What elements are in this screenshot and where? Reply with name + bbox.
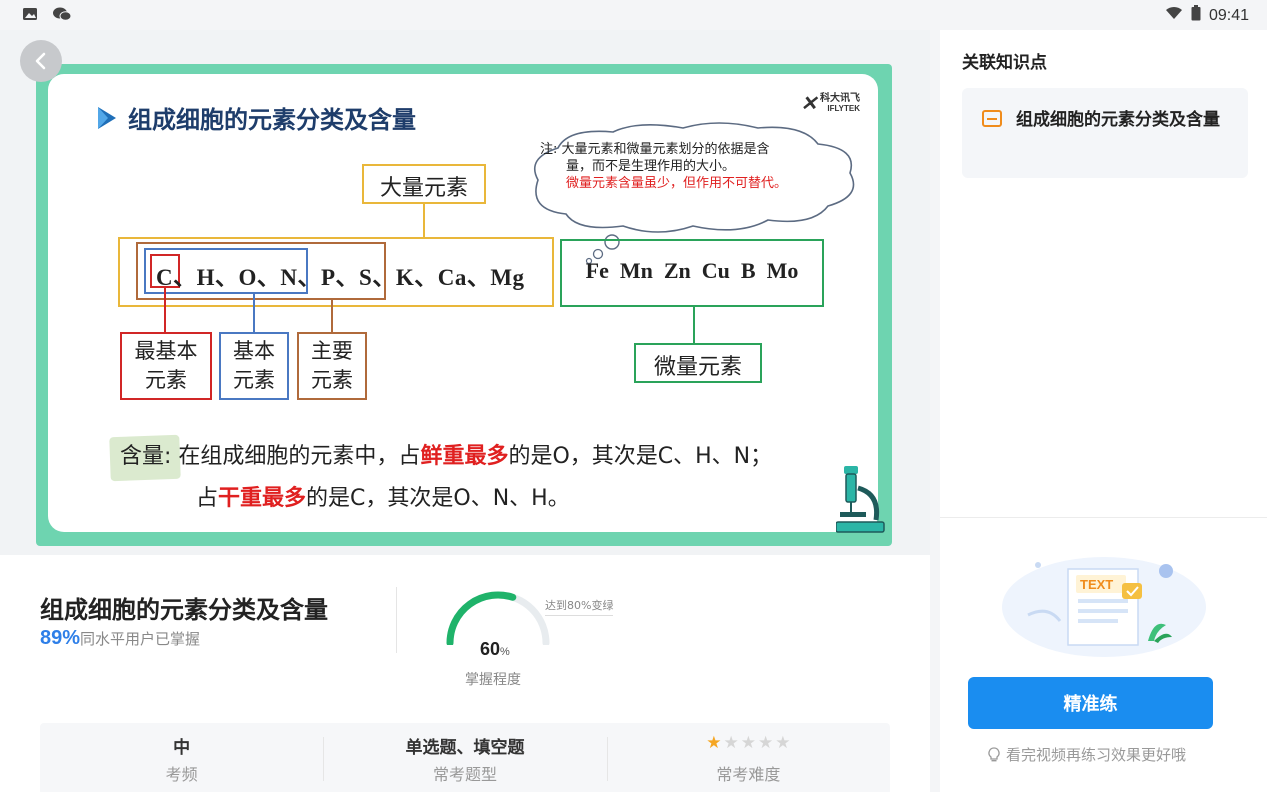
mastery-arc — [446, 591, 550, 647]
difficulty-stars: ★ ★ ★ ★ ★ — [706, 733, 790, 753]
stats-bar: 中 考频 单选题、填空题 常考题型 ★ ★ ★ ★ ★ 常考难度 — [40, 723, 890, 792]
content-line-1: 含量: 在组成细胞的元素中，占鲜重最多的是O，其次是C、H、N； — [120, 444, 773, 469]
stat-question-types: 单选题、填空题 常考题型 — [323, 723, 606, 792]
star-filled-icon: ★ — [706, 733, 722, 753]
mastery-value: 60% — [480, 639, 510, 659]
microscope-icon — [836, 466, 885, 533]
main-elements-label-box: 主要 元素 — [297, 332, 367, 400]
content-line-2: 占干重最多的是C，其次是O、N、H。 — [196, 486, 570, 511]
mastery-label: 掌握程度 — [465, 672, 521, 688]
battery-icon — [1191, 5, 1201, 26]
star-empty-icon: ★ — [723, 733, 739, 753]
lightbulb-icon — [988, 747, 1000, 762]
wechat-icon — [52, 6, 72, 22]
connector-line — [423, 204, 425, 238]
basic-elements-label-box: 基本 元素 — [219, 332, 289, 400]
wifi-icon — [1165, 6, 1183, 25]
video-player[interactable]: 组成细胞的元素分类及含量 ✕ 科大讯飞 IFLYTEK 注: 大量元素和微量元素… — [0, 30, 930, 555]
stat-difficulty: ★ ★ ★ ★ ★ 常考难度 — [606, 723, 890, 792]
slide-canvas: 组成细胞的元素分类及含量 ✕ 科大讯飞 IFLYTEK 注: 大量元素和微量元素… — [48, 74, 885, 533]
mastery-gauge: 60% 掌握程度 — [440, 585, 560, 688]
macro-elements-label: 大量元素 — [379, 176, 468, 201]
iflytek-logo: ✕ 科大讯飞 IFLYTEK — [800, 93, 860, 115]
lesson-slide: 组成细胞的元素分类及含量 ✕ 科大讯飞 IFLYTEK 注: 大量元素和微量元素… — [36, 64, 892, 546]
divider — [940, 517, 1267, 518]
side-panel: 关联知识点 组成细胞的元素分类及含量 TEXT 精准练 看完视频再练习效果更好哦 — [940, 30, 1267, 792]
practice-tip: 看完视频再练习效果更好哦 — [988, 744, 1186, 765]
practice-illustration: TEXT — [1002, 557, 1206, 657]
play-triangle-icon — [98, 106, 116, 129]
macro-elements-text: C、H、O、N、P、S、K、Ca、Mg — [156, 265, 525, 290]
related-knowledge-card[interactable]: 组成细胞的元素分类及含量 — [962, 88, 1248, 178]
star-empty-icon: ★ — [740, 733, 756, 753]
mastery-hint: 达到80%变绿 — [545, 597, 614, 616]
stat-frequency: 中 考频 — [165, 738, 198, 784]
star-empty-icon: ★ — [757, 733, 774, 753]
connector-line — [253, 294, 255, 332]
micro-elements-label: 微量元素 — [653, 355, 742, 380]
main-content: 组成细胞的元素分类及含量 ✕ 科大讯飞 IFLYTEK 注: 大量元素和微量元素… — [0, 30, 930, 792]
gallery-icon — [22, 6, 40, 22]
knowledge-info: 组成细胞的元素分类及含量 89%同水平用户已掌握 60% 掌握程度 达到80%变… — [0, 555, 930, 792]
star-empty-icon: ★ — [775, 733, 791, 753]
chevron-left-icon — [35, 52, 46, 70]
micro-elements-text: Fe Mn Zn Cu B Mo — [585, 258, 799, 283]
slide-title: 组成细胞的元素分类及含量 — [96, 100, 416, 135]
related-knowledge-title: 关联知识点 — [962, 53, 1047, 73]
note-text: 注: 大量元素和微量元素划分的依据是含 量，而不是生理作用的大小。 微量元素含量… — [540, 142, 788, 191]
connector-line — [331, 300, 333, 332]
knowledge-title: 组成细胞的元素分类及含量 — [40, 596, 328, 624]
card-icon — [982, 110, 1002, 127]
most-basic-elements-box: 最基本 元素 — [120, 332, 212, 400]
illustration-text: TEXT — [1080, 577, 1113, 592]
precise-practice-button[interactable]: 精准练 — [968, 677, 1213, 729]
status-time: 09:41 — [1208, 6, 1249, 24]
connector-line — [164, 288, 166, 332]
divider — [396, 587, 397, 653]
back-button[interactable] — [20, 40, 62, 82]
status-bar: 09:41 — [0, 0, 1267, 30]
connector-line — [693, 307, 695, 343]
mastered-summary: 89%同水平用户已掌握 — [40, 627, 201, 649]
